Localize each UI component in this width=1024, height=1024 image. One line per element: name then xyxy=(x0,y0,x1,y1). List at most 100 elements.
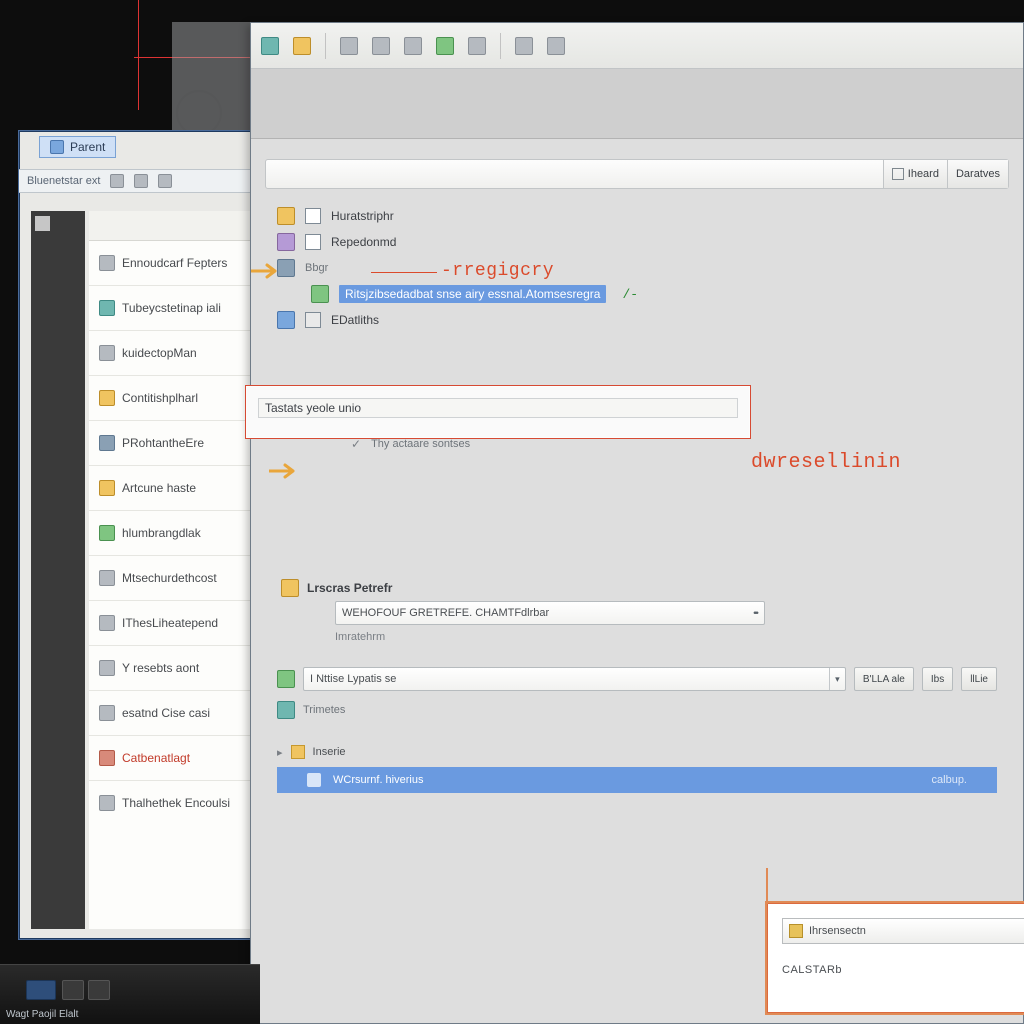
highlight-text: Tastats yeole unio xyxy=(265,401,361,415)
page-icon[interactable] xyxy=(372,37,390,55)
secondary-label: Trimetes xyxy=(303,704,345,716)
dialog-banner xyxy=(251,69,1023,139)
option-row[interactable]: EDatliths xyxy=(277,307,997,333)
combo-value: I Nttise Lypatis se xyxy=(304,673,829,685)
context-popup: Ihrsensectn CALSTARb xyxy=(767,903,1024,1013)
item-icon xyxy=(99,705,115,721)
service-tree: ▸ Inserie WCrsurnf. hiverius calbup. xyxy=(277,741,997,793)
folder-icon[interactable] xyxy=(340,37,358,55)
taskbar-button[interactable] xyxy=(26,980,56,1000)
tab-label: Parent xyxy=(70,140,105,154)
folder-icon xyxy=(281,579,299,597)
option-row[interactable]: Repedonmd xyxy=(277,229,997,255)
item-icon xyxy=(99,300,115,316)
toolbar-label: Bluenetstar ext xyxy=(27,175,100,187)
instance-button[interactable]: llLie xyxy=(961,667,997,691)
option-label: Huratstriphr xyxy=(331,209,394,223)
destination-folder-section: Lrscras Petrefr WEHOFOUF GRETREFE. CHAMT… xyxy=(277,575,997,643)
popup-item-label: Ihrsensectn xyxy=(809,925,866,937)
refresh-icon[interactable] xyxy=(277,701,295,719)
item-icon xyxy=(99,480,115,496)
instance-secondary: Trimetes xyxy=(277,697,997,723)
folder-path-field[interactable]: WEHOFOUF GRETREFE. CHAMTFdlrbar ••• xyxy=(335,601,765,625)
db-icon xyxy=(277,259,295,277)
dropdown-icon[interactable]: ••• xyxy=(746,608,764,618)
tab-icon xyxy=(50,140,64,154)
item-icon xyxy=(99,255,115,271)
option-label: EDatliths xyxy=(331,313,379,327)
btn-label: llLie xyxy=(970,674,988,685)
tool-icon[interactable] xyxy=(158,174,172,188)
option-label: Bbgr xyxy=(305,262,328,274)
columns2-icon[interactable] xyxy=(547,37,565,55)
option-label-selected: Ritsjzibsedadbat snse airy essnal.Atomse… xyxy=(339,285,606,303)
item-icon xyxy=(99,345,115,361)
item-icon xyxy=(99,570,115,586)
gutter-handle-icon[interactable] xyxy=(35,216,50,231)
popup-item[interactable]: Ihrsensectn xyxy=(782,918,1024,944)
root-label: Inserie xyxy=(313,746,346,758)
tool-icon[interactable] xyxy=(110,174,124,188)
dialog-toolbar xyxy=(251,23,1023,69)
option-row-selected[interactable]: Ritsjzibsedadbat snse airy essnal.Atomse… xyxy=(277,281,997,307)
breadcrumb-field[interactable] xyxy=(266,160,883,188)
page-icon xyxy=(892,168,904,180)
item-icon xyxy=(99,390,115,406)
highlight-field[interactable]: Tastats yeole unio xyxy=(258,398,738,418)
breadcrumb-btn-recent[interactable]: Iheard xyxy=(883,160,947,188)
popup-item-label: CALSTARb xyxy=(782,964,842,976)
service-root[interactable]: ▸ Inserie xyxy=(277,741,997,763)
columns-icon[interactable] xyxy=(515,37,533,55)
instance-row: I Nttise Lypatis se ▾ B'LLA ale Ibs llLi… xyxy=(277,667,997,691)
breadcrumb-bar: Iheard Daratves xyxy=(265,159,1009,189)
service-col: calbup. xyxy=(932,774,967,786)
btn-label: Daratves xyxy=(956,168,1000,180)
highlight-frame: Tastats yeole unio xyxy=(245,385,751,439)
chevron-down-icon[interactable]: ▾ xyxy=(829,668,845,690)
globe-icon[interactable] xyxy=(261,37,279,55)
option-row[interactable]: Huratstriphr xyxy=(277,203,997,229)
checkbox[interactable] xyxy=(305,208,321,224)
page2-icon[interactable] xyxy=(404,37,422,55)
gear-icon[interactable] xyxy=(468,37,486,55)
btn-label: B'LLA ale xyxy=(863,674,905,685)
checkbox[interactable] xyxy=(305,312,321,328)
service-selected-row[interactable]: WCrsurnf. hiverius calbup. xyxy=(277,767,997,793)
settings-dialog: Iheard Daratves Huratstriphr Repedonmd B… xyxy=(250,22,1024,1024)
folder-path: WEHOFOUF GRETREFE. CHAMTFdlrbar xyxy=(336,607,746,619)
option-row[interactable]: Bbgr xyxy=(277,255,997,281)
explorer-tab[interactable]: Parent xyxy=(39,136,116,158)
item-icon xyxy=(99,660,115,676)
service-icon xyxy=(307,773,321,787)
tool-icon[interactable] xyxy=(134,174,148,188)
path-suffix-icon: /- xyxy=(622,287,638,302)
leaf-icon xyxy=(311,285,329,303)
option-label: Repedonmd xyxy=(331,235,396,249)
server-icon xyxy=(277,670,295,688)
refresh-icon[interactable] xyxy=(436,37,454,55)
taskbar-button[interactable] xyxy=(62,980,84,1000)
taskbar-button[interactable] xyxy=(88,980,110,1000)
section-header: Lrscras Petrefr xyxy=(281,575,997,601)
btn-label: Iheard xyxy=(908,168,939,180)
service-name: WCrsurnf. hiverius xyxy=(333,774,423,786)
item-icon xyxy=(99,435,115,451)
book-icon[interactable] xyxy=(293,37,311,55)
shield-icon xyxy=(277,207,295,225)
instance-button[interactable]: Ibs xyxy=(922,667,953,691)
item-icon xyxy=(99,525,115,541)
popup-item[interactable]: CALSTARb xyxy=(782,964,1024,976)
taskbar: Wagt Paojil Elalt xyxy=(0,964,260,1024)
folder-icon xyxy=(291,745,305,759)
item-icon xyxy=(99,795,115,811)
folder-hint: Imratehrm xyxy=(335,625,997,643)
gear-icon xyxy=(277,233,295,251)
checkbox[interactable] xyxy=(305,234,321,250)
section-title: Lrscras Petrefr xyxy=(307,581,392,595)
breadcrumb-btn-browse[interactable]: Daratves xyxy=(947,160,1008,188)
popup-connector xyxy=(766,868,768,904)
btn-label: Ibs xyxy=(931,674,944,685)
doc-icon xyxy=(789,924,803,938)
instance-combo[interactable]: I Nttise Lypatis se ▾ xyxy=(303,667,846,691)
instance-button[interactable]: B'LLA ale xyxy=(854,667,914,691)
